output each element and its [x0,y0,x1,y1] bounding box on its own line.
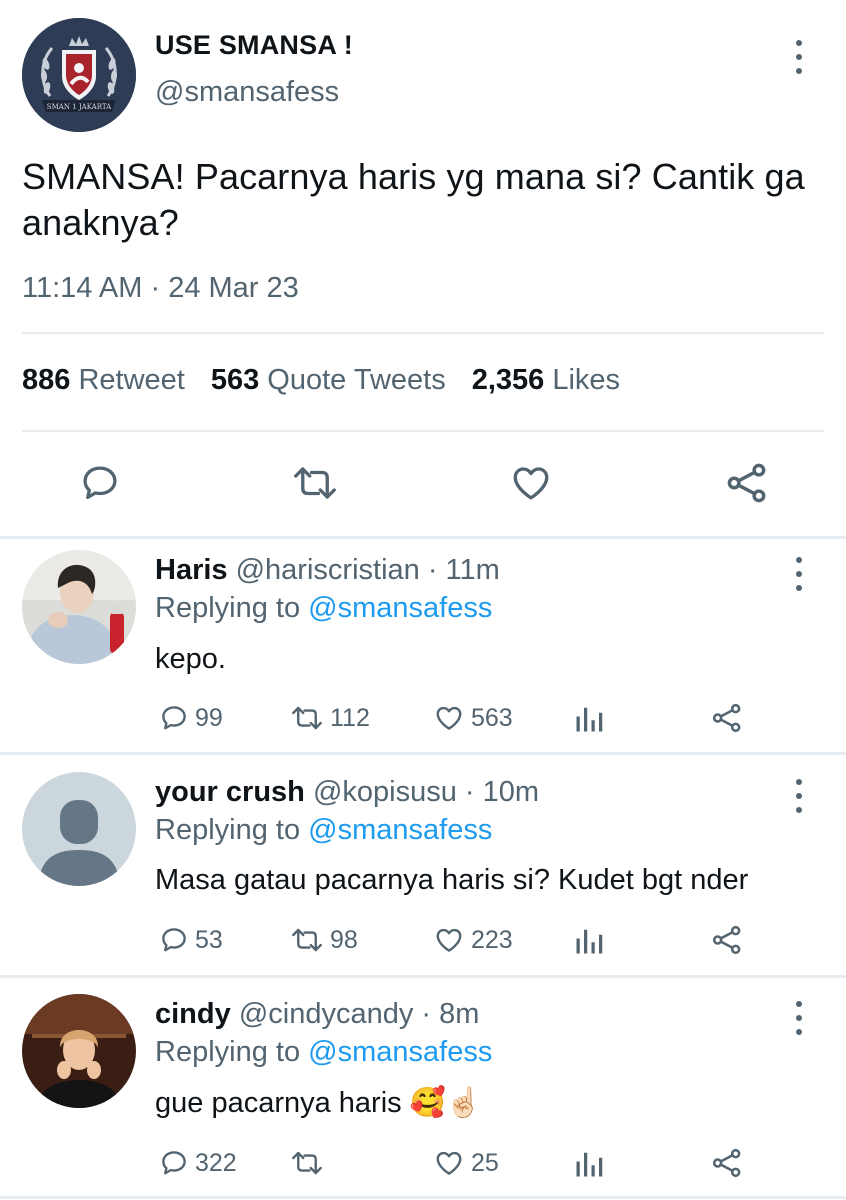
like-button[interactable]: 25 [433,1148,499,1178]
main-more-icon[interactable] [788,40,810,74]
divider [22,430,824,432]
retweet-button[interactable]: 112 [290,703,370,733]
replying-to-label: Replying to [155,592,301,624]
reply-divider [0,975,846,978]
retweets-label: Retweet [78,364,185,396]
tweet-date: 24 Mar 23 [168,272,299,304]
main-tweet-text: SMANSA! Pacarnya haris yg mana si? Canti… [22,156,805,243]
retweet-count: 98 [330,925,358,954]
reply-text-content: gue pacarnya haris [155,1087,402,1119]
quotes-stat[interactable]: 563 Quote Tweets [211,364,446,396]
reply-divider [0,752,846,755]
likes-stat[interactable]: 2,356 Likes [472,364,620,396]
main-tweet-author-handle[interactable]: @smansafess [155,76,339,109]
share-icon[interactable] [711,1147,743,1184]
reply-author-name[interactable]: cindy [155,998,231,1030]
replying-to-link[interactable]: @smansafess [308,1036,492,1068]
reply-author-handle[interactable]: @cindycandy [239,998,414,1030]
replying-to-link[interactable]: @smansafess [308,814,492,846]
quotes-label: Quote Tweets [267,364,446,396]
reply-more-icon[interactable] [788,779,810,813]
reply-count: 53 [195,925,223,954]
replying-to-label: Replying to [155,1036,301,1068]
reply-header: Haris @hariscristian · 11m [155,554,500,587]
reply-more-icon[interactable] [788,1001,810,1035]
replying-to: Replying to @smansafess [155,592,492,625]
likes-count: 2,356 [471,364,545,396]
reply-header: cindy @cindycandy · 8m [155,998,479,1031]
main-tweet-author-name[interactable]: USE SMANSA ! [155,30,353,61]
like-count: 223 [471,925,513,954]
share-icon[interactable] [711,702,743,739]
retweets-stat[interactable]: 886 Retweet [22,364,185,396]
retweet-count: 112 [330,703,370,732]
reply-text: Masa gatau pacarnya haris si? Kudet bgt … [155,864,749,896]
reply-avatar-your-crush[interactable] [22,772,136,886]
replying-to: Replying to @smansafess [155,1036,492,1069]
reply-emoji: 🥰☝🏻 [409,1087,482,1119]
reply-time: · 11m [427,554,500,586]
like-icon[interactable] [510,462,552,504]
reply-button[interactable]: 322 [159,1148,237,1178]
reply-text: gue pacarnya haris 🥰☝🏻 [155,1086,482,1120]
reply-more-icon[interactable] [788,557,810,591]
thread-divider [0,536,846,539]
replying-to: Replying to @smansafess [155,814,492,847]
reply-time: · 8m [421,998,480,1030]
reply-author-handle[interactable]: @kopisusu [313,776,457,808]
divider [22,332,824,334]
quotes-count: 563 [210,364,260,396]
reply-divider [0,1196,846,1199]
like-button[interactable]: 223 [433,925,513,955]
reply-author-handle[interactable]: @hariscristian [236,554,420,586]
retweet-icon[interactable] [292,462,338,504]
time-separator: · [150,272,161,304]
analytics-icon[interactable] [574,1149,604,1184]
main-avatar-ribbon-text: SMAN 1 JAKARTA [47,103,112,111]
replying-to-label: Replying to [155,814,301,846]
analytics-icon[interactable] [574,926,604,961]
share-icon[interactable] [711,924,743,961]
retweet-button[interactable] [290,1148,330,1178]
analytics-icon[interactable] [574,704,604,739]
reply-count: 99 [195,703,223,732]
reply-button[interactable]: 99 [159,703,223,733]
likes-label: Likes [552,364,621,396]
reply-count: 322 [195,1148,237,1177]
reply-avatar-haris[interactable] [22,550,136,664]
retweet-button[interactable]: 98 [290,925,358,955]
engagement-stats: 886 Retweet 563 Quote Tweets 2,356 Likes [22,364,620,397]
reply-avatar-cindy[interactable] [22,994,136,1108]
reply-button[interactable]: 53 [159,925,223,955]
reply-icon[interactable] [79,462,121,504]
reply-time: · 10m [464,776,540,808]
reply-text: kepo. [155,643,226,675]
share-icon[interactable] [725,461,769,505]
main-tweet-timestamp[interactable]: 11:14 AM · 24 Mar 23 [22,272,299,305]
replying-to-link[interactable]: @smansafess [308,592,492,624]
like-count: 563 [471,703,513,732]
reply-author-name[interactable]: your crush [155,776,305,808]
retweets-count: 886 [22,364,71,396]
reply-author-name[interactable]: Haris [155,554,228,586]
like-button[interactable]: 563 [433,703,513,733]
reply-header: your crush @kopisusu · 10m [155,776,539,809]
like-count: 25 [471,1148,499,1177]
main-avatar[interactable]: SMAN 1 JAKARTA [22,18,136,132]
tweet-time: 11:14 AM [22,272,143,304]
